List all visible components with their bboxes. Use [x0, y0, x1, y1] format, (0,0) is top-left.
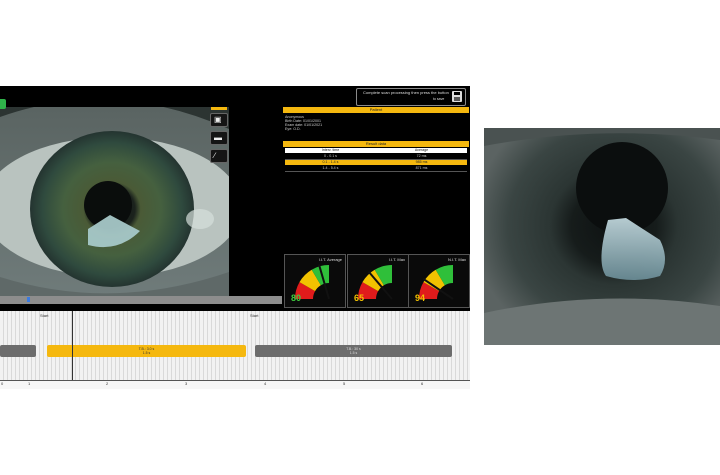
- table-row: 1.4 - 5.4 s 871 ms: [285, 166, 467, 172]
- gauge-label: I.I.T. Average: [318, 257, 342, 262]
- gauge-value: 80: [291, 293, 302, 303]
- timeline-marker: Start: [250, 313, 259, 318]
- table-cell: 985 ms: [415, 160, 428, 164]
- save-icon[interactable]: [452, 91, 462, 102]
- tick-label: 3: [185, 381, 188, 386]
- timeline-panel[interactable]: Start Start T.B.: 3.0 s 1.5 s T.B.: 30 s1…: [0, 311, 470, 389]
- car-icon: ▬: [214, 133, 222, 142]
- camera-icon: ▣: [214, 115, 222, 124]
- tick-label: 0: [1, 381, 4, 386]
- car-button[interactable]: ▬: [210, 131, 228, 145]
- status-indicator-button[interactable]: [0, 99, 6, 109]
- timeline-marker: Start: [40, 313, 49, 318]
- save-message-text: Complete scan processing then press the …: [363, 90, 449, 95]
- column-header: Interv. time: [321, 148, 340, 152]
- patient-line: Eye: O.D.: [285, 127, 301, 131]
- table-cell: 72 ms: [416, 154, 427, 158]
- table-cell: 0 - 0.1 s: [324, 154, 337, 158]
- gauge-iit-max: I.I.T. Max 65: [347, 254, 409, 308]
- timeline-segment[interactable]: [0, 345, 36, 357]
- gauge-value: 94: [415, 293, 426, 303]
- gauge-label: I.I.T. Max: [388, 257, 405, 262]
- result-header: Result data: [283, 141, 469, 147]
- side-toolbar: ▣ ▬ ∕: [207, 107, 229, 167]
- table-cell: 871 ms: [415, 166, 428, 170]
- table-cell: 1.4 - 5.4 s: [322, 166, 339, 170]
- timeline-segment-active[interactable]: T.B.: 3.0 s 1.5 s: [47, 345, 246, 357]
- eye-video-view: [0, 107, 229, 296]
- timeline-cursor[interactable]: [72, 311, 73, 389]
- video-scrub-bar[interactable]: [0, 296, 282, 304]
- gauge-value: 65: [354, 293, 365, 303]
- gauge-label: N.I.T. Max: [447, 257, 466, 262]
- table-row: 0.1 - 1.4 s 985 ms: [285, 160, 467, 165]
- table-header-row: Interv. time Average: [285, 148, 467, 153]
- wrench-icon: ∕: [214, 151, 216, 160]
- gauge-nit-max: N.I.T. Max 94: [408, 254, 470, 308]
- segment-label: T.B.: 30 s 1.5 s: [346, 347, 361, 355]
- segment-label: T.B.: 3.0 s 1.5 s: [138, 347, 155, 355]
- gauge-iit-average: I.I.T. Average 80: [284, 254, 346, 308]
- column-header: Average: [414, 148, 429, 152]
- zoomed-eye-picture: [484, 128, 720, 345]
- save-message-box: Complete scan processing then press the …: [356, 88, 466, 106]
- scrub-knob[interactable]: [27, 297, 30, 302]
- app-window: Complete scan processing then press the …: [0, 86, 470, 389]
- tick-label: 4: [264, 381, 267, 386]
- tick-label: 6: [421, 381, 424, 386]
- top-bar: Complete scan processing then press the …: [0, 86, 470, 106]
- patient-header: Patient: [283, 107, 469, 113]
- camera-button[interactable]: ▣: [210, 113, 228, 127]
- tick-label: 5: [343, 381, 346, 386]
- save-message-subtext: to save: [433, 97, 445, 101]
- tick-label: 1: [28, 381, 31, 386]
- table-cell: 0.1 - 1.4 s: [322, 160, 339, 164]
- tick-label: 2: [106, 381, 109, 386]
- timeline-segment[interactable]: T.B.: 30 s 1.5 s: [255, 345, 452, 357]
- tools-button[interactable]: ∕: [210, 149, 228, 163]
- eye-image: [0, 107, 229, 296]
- patient-panel: Patient Anonymous Birth Date: 01/01/2001…: [283, 107, 469, 224]
- zoomed-eye-image: [484, 128, 720, 345]
- timeline-axis: 0 1 2 3 4 5 6: [0, 380, 470, 389]
